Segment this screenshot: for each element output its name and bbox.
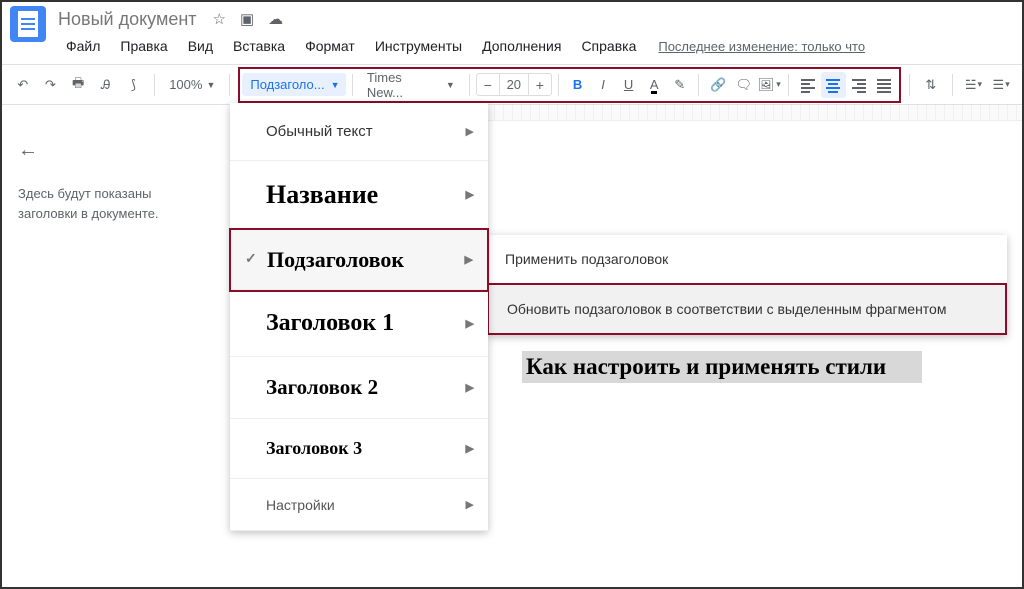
- toolbar: ↶ ↷ 🖶 Ꭿ ⟆ 100% ▼ Подзаголо... ▼ Times Ne…: [2, 65, 1022, 105]
- bold-button[interactable]: B: [565, 72, 591, 98]
- underline-button[interactable]: U: [616, 72, 642, 98]
- outline-panel: ← Здесь будут показаны заголовки в докум…: [2, 121, 230, 586]
- style-heading-1[interactable]: Заголовок 1▶: [230, 291, 488, 357]
- document-heading-text[interactable]: Как настроить и применять стили: [522, 351, 922, 383]
- menu-format[interactable]: Формат: [297, 34, 363, 58]
- document-page[interactable]: Как настроить и применять стили: [522, 351, 962, 383]
- star-icon[interactable]: ☆: [213, 10, 226, 28]
- text-color-button[interactable]: A: [641, 72, 667, 98]
- line-spacing-icon[interactable]: ⇅: [918, 72, 944, 98]
- update-subtitle-to-match[interactable]: Обновить подзаголовок в соответствии с в…: [489, 285, 1005, 333]
- redo-icon[interactable]: ↷: [38, 72, 64, 98]
- docs-logo[interactable]: [10, 6, 46, 42]
- align-right-icon[interactable]: [846, 72, 872, 98]
- style-submenu: Применить подзаголовок Обновить подзагол…: [487, 235, 1007, 335]
- font-size-stepper: − 20 +: [476, 73, 552, 96]
- menu-addons[interactable]: Дополнения: [474, 34, 569, 58]
- style-heading-2[interactable]: Заголовок 2▶: [230, 357, 488, 419]
- insert-comment-icon[interactable]: 🗨: [731, 72, 757, 98]
- menu-help[interactable]: Справка: [573, 34, 644, 58]
- font-size-increase[interactable]: +: [529, 77, 551, 93]
- highlight-button[interactable]: ✎: [667, 72, 693, 98]
- font-size-value[interactable]: 20: [499, 74, 529, 95]
- move-icon[interactable]: ▣: [240, 10, 254, 28]
- main-menu: Файл Правка Вид Вставка Формат Инструмен…: [2, 32, 1022, 65]
- paragraph-style-dropdown[interactable]: Подзаголо... ▼: [242, 73, 346, 96]
- font-family-dropdown[interactable]: Times New... ▼: [359, 66, 463, 104]
- paint-format-icon[interactable]: ⟆: [121, 72, 147, 98]
- style-subtitle[interactable]: ✓Подзаголовок▶: [231, 230, 487, 290]
- spellcheck-icon[interactable]: Ꭿ: [93, 72, 119, 98]
- paragraph-styles-menu: Обычный текст▶ Название▶ ✓Подзаголовок▶ …: [230, 103, 488, 531]
- insert-link-icon[interactable]: 🔗: [705, 72, 731, 98]
- menu-insert[interactable]: Вставка: [225, 34, 293, 58]
- zoom-value: 100%: [169, 77, 202, 92]
- insert-image-icon[interactable]: 🖼▾: [757, 72, 783, 98]
- font-family-label: Times New...: [367, 70, 440, 100]
- cloud-icon[interactable]: ☁: [268, 10, 283, 28]
- last-change-link[interactable]: Последнее изменение: только что: [658, 39, 865, 54]
- menu-file[interactable]: Файл: [58, 34, 108, 58]
- menu-tools[interactable]: Инструменты: [367, 34, 470, 58]
- align-justify-icon[interactable]: [872, 72, 898, 98]
- font-size-decrease[interactable]: −: [477, 77, 499, 93]
- numbered-list-icon[interactable]: ☱▾: [961, 72, 987, 98]
- print-icon[interactable]: 🖶: [65, 72, 91, 98]
- menu-edit[interactable]: Правка: [112, 34, 175, 58]
- check-icon: ✓: [245, 251, 261, 268]
- align-left-icon[interactable]: [795, 72, 821, 98]
- style-title[interactable]: Название▶: [230, 161, 488, 229]
- menu-view[interactable]: Вид: [180, 34, 221, 58]
- apply-subtitle[interactable]: Применить подзаголовок: [487, 235, 1007, 283]
- zoom-dropdown[interactable]: 100% ▼: [163, 77, 221, 92]
- paragraph-style-label: Подзаголо...: [250, 77, 324, 92]
- bulleted-list-icon[interactable]: ☰▾: [988, 72, 1014, 98]
- outline-placeholder: Здесь будут показаны заголовки в докумен…: [18, 184, 214, 223]
- undo-icon[interactable]: ↶: [10, 72, 36, 98]
- italic-button[interactable]: I: [590, 72, 616, 98]
- outline-collapse-icon[interactable]: ←: [18, 139, 38, 162]
- align-center-icon[interactable]: [821, 72, 847, 98]
- style-normal-text[interactable]: Обычный текст▶: [230, 103, 488, 161]
- style-options[interactable]: Настройки▶: [230, 479, 488, 531]
- style-heading-3[interactable]: Заголовок 3▶: [230, 419, 488, 479]
- doc-title[interactable]: Новый документ: [58, 9, 197, 30]
